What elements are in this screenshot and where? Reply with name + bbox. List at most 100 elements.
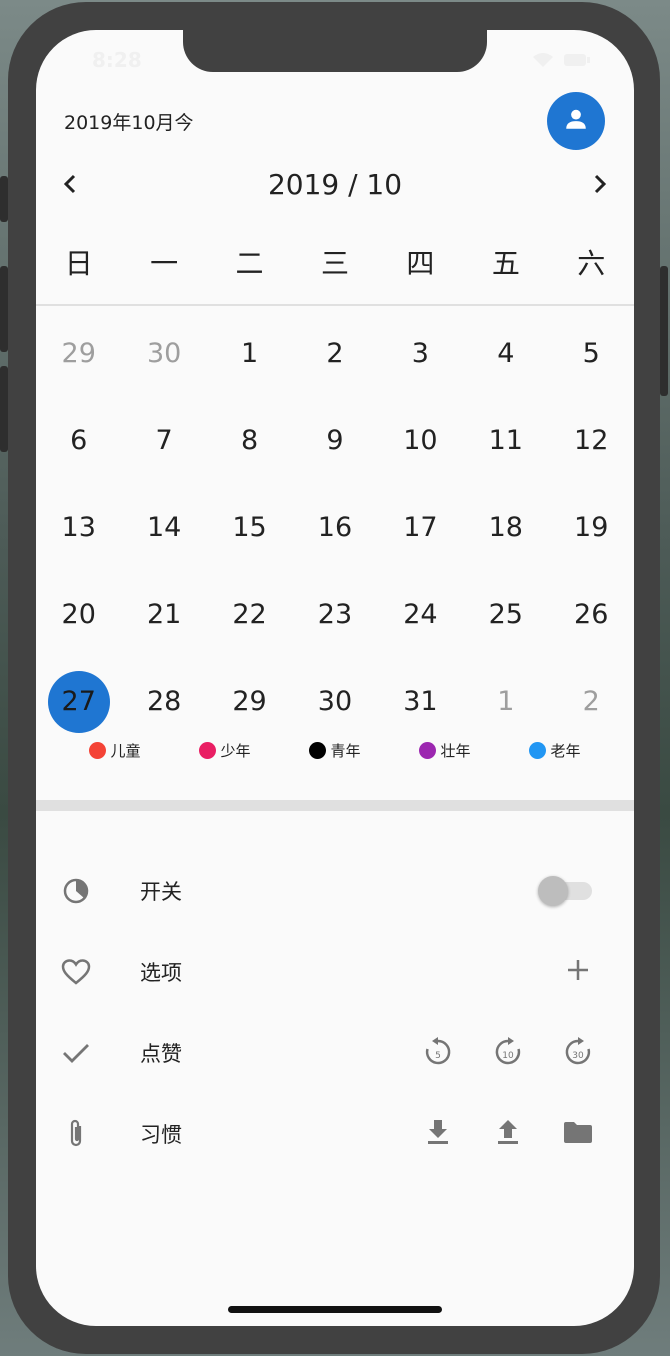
calendar-day[interactable]: 20	[36, 571, 121, 658]
folder-icon	[563, 1120, 593, 1148]
list-item-switch[interactable]: 开关	[36, 850, 634, 931]
status-time: 8:28	[92, 48, 142, 72]
legend-item: 老年	[529, 740, 581, 761]
list-item-label: 开关	[140, 879, 182, 904]
calendar-day[interactable]: 13	[36, 484, 121, 571]
side-button-power	[660, 266, 668, 396]
calendar-day-number: 29	[61, 338, 96, 369]
calendar-day[interactable]: 15	[207, 484, 292, 571]
calendar-day-number: 19	[574, 512, 609, 543]
download-button[interactable]	[422, 1118, 454, 1150]
legend-label: 壮年	[440, 742, 471, 760]
calendar-day[interactable]: 11	[463, 397, 548, 484]
calendar-day-number: 1	[240, 338, 259, 369]
list-item-habit[interactable]: 习惯	[36, 1093, 634, 1174]
weekday-label: 五	[491, 247, 520, 280]
calendar-day-number: 10	[403, 425, 438, 456]
forward-10-text: 10	[502, 1051, 514, 1061]
calendar-day-number: 25	[488, 599, 523, 630]
legend-label: 儿童	[110, 742, 141, 760]
legend-dot	[89, 742, 107, 759]
calendar-day[interactable]: 7	[121, 397, 206, 484]
calendar-day[interactable]: 8	[207, 397, 292, 484]
calendar-day[interactable]: 22	[207, 571, 292, 658]
notch	[183, 30, 487, 72]
calendar-day[interactable]: 28	[121, 658, 206, 745]
calendar-day[interactable]: 25	[463, 571, 548, 658]
side-button-silent	[0, 176, 8, 222]
section-divider	[36, 800, 634, 811]
forward-10-button[interactable]: 10	[492, 1036, 524, 1069]
calendar-day-number: 15	[232, 512, 267, 543]
calendar-day[interactable]: 26	[549, 571, 634, 658]
calendar-day-number: 7	[155, 425, 173, 456]
next-month-button[interactable]	[586, 172, 614, 200]
list-item-actions	[422, 1118, 594, 1150]
weekday-label: 六	[577, 247, 606, 280]
calendar-day[interactable]: 12	[549, 397, 634, 484]
month-title: 2019 / 10	[267, 168, 403, 201]
calendar-day-number: 24	[403, 599, 438, 630]
list-item-like[interactable]: 点赞 5 10 30	[36, 1012, 634, 1093]
header-date[interactable]: 2019年10月今	[64, 108, 194, 135]
calendar-day-number: 27	[47, 670, 110, 733]
calendar-day-number: 13	[61, 512, 96, 543]
calendar-day-number: 2	[582, 686, 600, 717]
calendar-day-number: 3	[411, 338, 429, 369]
upload-button[interactable]	[492, 1118, 524, 1150]
calendar-day[interactable]: 17	[378, 484, 463, 571]
calendar-day[interactable]: 29	[207, 658, 292, 745]
calendar-day-number: 29	[232, 686, 267, 717]
replay-5-button[interactable]: 5	[422, 1036, 454, 1069]
legend-item: 儿童	[89, 740, 141, 761]
calendar-day-number: 28	[146, 686, 182, 717]
calendar-day-selected[interactable]: 27	[36, 658, 121, 745]
calendar-day[interactable]: 10	[378, 397, 463, 484]
calendar-day-number: 18	[488, 512, 523, 543]
legend-label: 少年	[220, 742, 251, 760]
weekday-label: 二	[235, 247, 264, 280]
settings-list: 开关 选项 点赞 5 10 30 习惯	[36, 850, 634, 1174]
calendar-day[interactable]: 5	[549, 310, 634, 397]
list-item-options[interactable]: 选项	[36, 931, 634, 1012]
account-button[interactable]	[547, 92, 605, 150]
calendar-day-number: 9	[326, 425, 344, 456]
legend-dot	[529, 742, 547, 759]
calendar-day[interactable]: 1	[463, 658, 548, 745]
forward-30-button[interactable]: 30	[562, 1036, 594, 1070]
legend-label: 青年	[330, 742, 361, 760]
calendar-day[interactable]: 2	[292, 310, 377, 397]
calendar-day[interactable]: 4	[463, 310, 548, 397]
add-button[interactable]	[562, 956, 594, 988]
calendar-day[interactable]: 18	[463, 484, 548, 571]
calendar-day[interactable]: 24	[378, 571, 463, 658]
calendar-week-row: 27 28 29 30 31 1 2	[36, 658, 634, 745]
upload-icon	[496, 1119, 520, 1149]
calendar-day[interactable]: 31	[378, 658, 463, 745]
calendar-day[interactable]: 19	[549, 484, 634, 571]
calendar-day[interactable]: 30	[121, 310, 206, 397]
chevron-right-icon	[592, 174, 608, 198]
side-button-volume-up	[0, 266, 8, 352]
calendar-day[interactable]: 1	[207, 310, 292, 397]
calendar-day[interactable]: 30	[292, 658, 377, 745]
calendar-day[interactable]: 21	[121, 571, 206, 658]
download-icon	[426, 1119, 450, 1149]
forward-30-icon: 30	[564, 1036, 592, 1070]
list-item-label: 习惯	[140, 1122, 182, 1147]
calendar-day[interactable]: 2	[549, 658, 634, 745]
side-button-volume-down	[0, 366, 8, 452]
calendar-day[interactable]: 3	[378, 310, 463, 397]
calendar-day[interactable]: 16	[292, 484, 377, 571]
calendar-day[interactable]: 14	[121, 484, 206, 571]
calendar-day-number: 5	[582, 338, 600, 369]
calendar-day[interactable]: 9	[292, 397, 377, 484]
legend-label: 老年	[550, 742, 581, 760]
calendar-day[interactable]: 6	[36, 397, 121, 484]
switch-toggle[interactable]	[538, 875, 594, 907]
folder-button[interactable]	[562, 1118, 594, 1150]
calendar-day[interactable]: 29	[36, 310, 121, 397]
calendar-day[interactable]: 23	[292, 571, 377, 658]
calendar-day-number: 11	[488, 425, 523, 456]
weekday-label: 四	[406, 247, 435, 280]
